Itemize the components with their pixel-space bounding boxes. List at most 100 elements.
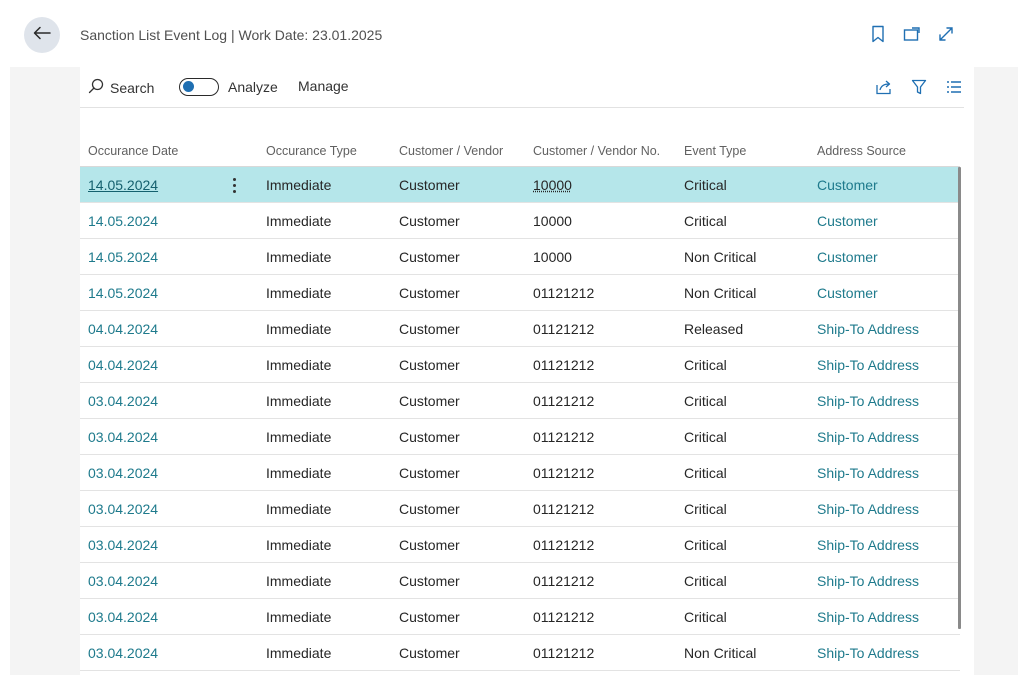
cell-event-type: Released bbox=[684, 321, 744, 337]
search-icon bbox=[88, 78, 104, 97]
cell-address-source[interactable]: Customer bbox=[817, 177, 878, 193]
cell-address-source[interactable]: Ship-To Address bbox=[817, 537, 919, 553]
cell-occurance-type: Immediate bbox=[266, 573, 332, 589]
table-row[interactable]: 14.05.2024 Immediate Customer 10000 Critical… bbox=[80, 167, 960, 203]
cell-occurance-date[interactable]: 14.05.2024 bbox=[88, 285, 158, 301]
table-row[interactable]: 03.04.2024 Immediate Customer 01121212 Criti… bbox=[80, 419, 960, 455]
table-row[interactable]: 03.04.2024 Immediate Customer 01121212 Criti… bbox=[80, 491, 960, 527]
action-bar-divider bbox=[80, 107, 964, 108]
expand-icon[interactable] bbox=[936, 24, 956, 44]
back-button[interactable] bbox=[24, 17, 60, 53]
column-header-address-source[interactable]: Address Source bbox=[817, 144, 906, 159]
cell-occurance-date[interactable]: 03.04.2024 bbox=[88, 609, 158, 625]
table-row[interactable]: 03.04.2024 Immediate Customer 01121212 Criti… bbox=[80, 455, 960, 491]
table-row[interactable]: 03.04.2024 Immediate Customer 01121212 Criti… bbox=[80, 599, 960, 635]
cell-event-type: Critical bbox=[684, 537, 727, 553]
cell-occurance-date[interactable]: 03.04.2024 bbox=[88, 501, 158, 517]
table-row[interactable]: 03.04.2024 Immediate Customer 01121212 Criti… bbox=[80, 527, 960, 563]
table-row[interactable]: 14.05.2024 Immediate Customer 10000 Non Crit… bbox=[80, 239, 960, 275]
manage-button[interactable]: Manage bbox=[298, 78, 349, 94]
cell-customer-vendor: Customer bbox=[399, 177, 460, 193]
search-button[interactable]: Search bbox=[88, 78, 154, 97]
cell-event-type: Critical bbox=[684, 393, 727, 409]
row-more-options-icon[interactable] bbox=[229, 175, 239, 195]
cell-event-type: Critical bbox=[684, 609, 727, 625]
bookmark-icon[interactable] bbox=[868, 24, 888, 44]
cell-occurance-date[interactable]: 14.05.2024 bbox=[88, 249, 158, 265]
content-panel: Search Analyze Manage Occurance Date Occ… bbox=[10, 67, 1018, 675]
cell-occurance-date[interactable]: 14.05.2024 bbox=[88, 213, 158, 229]
cell-event-type: Critical bbox=[684, 465, 727, 481]
table-row[interactable]: 14.05.2024 Immediate Customer 10000 Critical… bbox=[80, 203, 960, 239]
cell-address-source[interactable]: Ship-To Address bbox=[817, 465, 919, 481]
column-header-customer-vendor[interactable]: Customer / Vendor bbox=[399, 144, 503, 159]
column-header-event-type[interactable]: Event Type bbox=[684, 144, 746, 159]
open-in-new-window-icon[interactable] bbox=[902, 24, 922, 44]
cell-customer-vendor-no: 01121212 bbox=[533, 393, 595, 409]
cell-event-type: Critical bbox=[684, 429, 727, 445]
cell-address-source[interactable]: Ship-To Address bbox=[817, 573, 919, 589]
dot bbox=[232, 183, 236, 187]
cell-occurance-date[interactable]: 03.04.2024 bbox=[88, 393, 158, 409]
cell-address-source[interactable]: Ship-To Address bbox=[817, 321, 919, 337]
cell-address-source[interactable]: Ship-To Address bbox=[817, 609, 919, 625]
cell-address-source[interactable]: Ship-To Address bbox=[817, 645, 919, 661]
cell-occurance-date[interactable]: 03.04.2024 bbox=[88, 537, 158, 553]
table-row[interactable]: 04.04.2024 Immediate Customer 01121212 Relea… bbox=[80, 311, 960, 347]
table-row[interactable]: 14.05.2024 Immediate Customer 01121212 Non C… bbox=[80, 275, 960, 311]
table-body: 14.05.2024 Immediate Customer 10000 Critical… bbox=[80, 167, 960, 671]
table-row[interactable]: 03.04.2024 Immediate Customer 01121212 Non C… bbox=[80, 635, 960, 671]
cell-customer-vendor-no: 10000 bbox=[533, 213, 572, 229]
cell-customer-vendor-no: 01121212 bbox=[533, 321, 595, 337]
cell-customer-vendor: Customer bbox=[399, 393, 460, 409]
cell-occurance-type: Immediate bbox=[266, 285, 332, 301]
cell-occurance-date[interactable]: 03.04.2024 bbox=[88, 645, 158, 661]
share-icon[interactable] bbox=[874, 77, 894, 97]
cell-occurance-date[interactable]: 03.04.2024 bbox=[88, 429, 158, 445]
list-container: Search Analyze Manage Occurance Date Occ… bbox=[80, 67, 974, 675]
cell-event-type: Critical bbox=[684, 213, 727, 229]
cell-occurance-date[interactable]: 14.05.2024 bbox=[88, 177, 158, 193]
cell-customer-vendor-no: 01121212 bbox=[533, 465, 595, 481]
list-view-icon[interactable] bbox=[944, 77, 964, 97]
cell-occurance-date[interactable]: 03.04.2024 bbox=[88, 465, 158, 481]
cell-address-source[interactable]: Ship-To Address bbox=[817, 357, 919, 373]
analyze-toggle[interactable]: Analyze bbox=[179, 78, 278, 96]
column-header-customer-vendor-no[interactable]: Customer / Vendor No. bbox=[533, 144, 663, 159]
column-header-occurance-date[interactable]: Occurance Date bbox=[88, 144, 178, 159]
cell-address-source[interactable]: Customer bbox=[817, 213, 878, 229]
cell-address-source[interactable]: Ship-To Address bbox=[817, 501, 919, 517]
table-row[interactable]: 03.04.2024 Immediate Customer 01121212 Criti… bbox=[80, 383, 960, 419]
cell-customer-vendor: Customer bbox=[399, 465, 460, 481]
cell-occurance-type: Immediate bbox=[266, 357, 332, 373]
cell-occurance-date[interactable]: 03.04.2024 bbox=[88, 573, 158, 589]
toggle-knob bbox=[183, 81, 194, 92]
cell-customer-vendor: Customer bbox=[399, 645, 460, 661]
cell-event-type: Critical bbox=[684, 501, 727, 517]
cell-occurance-type: Immediate bbox=[266, 321, 332, 337]
cell-occurance-date[interactable]: 04.04.2024 bbox=[88, 321, 158, 337]
cell-address-source[interactable]: Ship-To Address bbox=[817, 429, 919, 445]
cell-address-source[interactable]: Ship-To Address bbox=[817, 393, 919, 409]
cell-customer-vendor-no: 01121212 bbox=[533, 645, 595, 661]
cell-event-type: Non Critical bbox=[684, 249, 757, 265]
cell-customer-vendor-no: 01121212 bbox=[533, 285, 595, 301]
header-actions bbox=[868, 24, 956, 44]
cell-event-type: Critical bbox=[684, 357, 727, 373]
analyze-switch[interactable] bbox=[179, 78, 219, 96]
cell-occurance-type: Immediate bbox=[266, 645, 332, 661]
cell-occurance-type: Immediate bbox=[266, 213, 332, 229]
column-header-occurance-type[interactable]: Occurance Type bbox=[266, 144, 357, 159]
cell-occurance-date[interactable]: 04.04.2024 bbox=[88, 357, 158, 373]
cell-address-source[interactable]: Customer bbox=[817, 249, 878, 265]
table-row[interactable]: 03.04.2024 Immediate Customer 01121212 Criti… bbox=[80, 563, 960, 599]
table-row[interactable]: 04.04.2024 Immediate Customer 01121212 Criti… bbox=[80, 347, 960, 383]
cell-customer-vendor-no: 01121212 bbox=[533, 429, 595, 445]
cell-customer-vendor: Customer bbox=[399, 609, 460, 625]
cell-address-source[interactable]: Customer bbox=[817, 285, 878, 301]
filter-icon[interactable] bbox=[909, 77, 929, 97]
cell-customer-vendor: Customer bbox=[399, 429, 460, 445]
scrollbar[interactable] bbox=[958, 167, 961, 629]
cell-customer-vendor: Customer bbox=[399, 321, 460, 337]
cell-customer-vendor-no: 01121212 bbox=[533, 573, 595, 589]
